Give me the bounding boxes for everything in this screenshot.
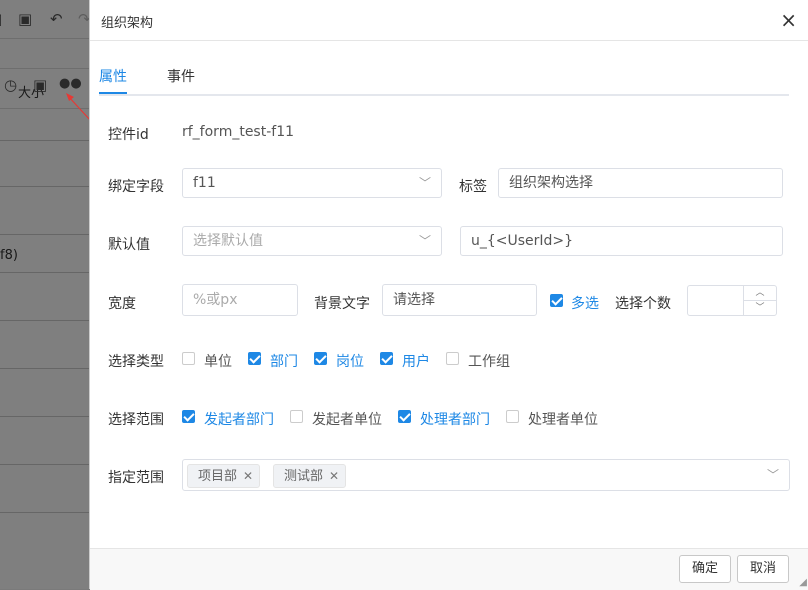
default-value-expression-input[interactable]: u_{<UserId>}: [460, 226, 783, 256]
specified-range-label: 指定范围: [108, 470, 164, 486]
multi-select-checkbox[interactable]: [550, 294, 563, 307]
range-handler-dept-label[interactable]: 处理者部门: [420, 409, 490, 429]
range-initiator-dept-checkbox[interactable]: [182, 410, 195, 423]
chevron-down-icon: ﹀: [418, 176, 431, 190]
type-unit-label[interactable]: 单位: [204, 351, 232, 371]
range-tag-label: 项目部: [198, 469, 238, 484]
range-tag-label: 测试部: [284, 469, 324, 484]
type-unit-checkbox[interactable]: [182, 352, 195, 365]
type-user-label[interactable]: 用户: [402, 351, 430, 371]
tag-label: 标签: [459, 179, 487, 195]
dialog-header: 组织架构 ×: [90, 0, 808, 41]
width-input[interactable]: %或px: [182, 284, 298, 316]
type-user-checkbox[interactable]: [380, 352, 393, 365]
multi-select-label[interactable]: 多选: [571, 293, 599, 313]
default-value-placeholder: 选择默认值: [193, 233, 263, 249]
type-workgroup-label[interactable]: 工作组: [468, 351, 510, 371]
dialog-title: 组织架构: [101, 16, 154, 31]
range-initiator-dept-label[interactable]: 发起者部门: [204, 409, 274, 429]
type-position-label[interactable]: 岗位: [336, 351, 364, 371]
close-icon[interactable]: ×: [780, 8, 797, 32]
bg-text-input[interactable]: 请选择: [382, 284, 537, 316]
range-handler-unit-label[interactable]: 处理者单位: [528, 409, 598, 429]
decrement-icon[interactable]: ﹀: [744, 301, 776, 315]
default-value-select[interactable]: 选择默认值 ﹀: [182, 226, 442, 256]
close-icon[interactable]: ✕: [329, 469, 339, 483]
select-range-label: 选择范围: [108, 412, 164, 428]
width-label: 宽度: [108, 296, 136, 312]
specified-range-select[interactable]: 项目部 ✕ 测试部 ✕ ﹀: [182, 459, 790, 491]
stepper-buttons: ︿ ﹀: [743, 286, 776, 315]
type-department-label[interactable]: 部门: [270, 351, 298, 371]
type-workgroup-checkbox[interactable]: [446, 352, 459, 365]
cancel-button[interactable]: 取消: [737, 555, 789, 583]
bind-field-value: f11: [193, 175, 216, 191]
range-tag: 测试部 ✕: [273, 464, 347, 488]
type-position-checkbox[interactable]: [314, 352, 327, 365]
select-count-label: 选择个数: [615, 296, 671, 312]
default-value-label: 默认值: [108, 237, 150, 253]
select-type-label: 选择类型: [108, 354, 164, 370]
dialog-footer: 确定 取消 ◢: [90, 548, 808, 590]
range-handler-dept-checkbox[interactable]: [398, 410, 411, 423]
range-initiator-unit-checkbox[interactable]: [290, 410, 303, 423]
control-id-label: 控件id: [108, 127, 149, 143]
active-tab-indicator: [99, 92, 127, 94]
control-id-value: rf_form_test-f11: [182, 124, 295, 140]
dialog-tabs: 属性 事件: [99, 58, 789, 96]
chevron-down-icon: ﹀: [418, 234, 431, 248]
org-structure-dialog: 组织架构 × 属性 事件 控件id rf_form_test-f11 绑定字段 …: [89, 0, 808, 590]
range-tag: 项目部 ✕: [187, 464, 261, 488]
tab-events[interactable]: 事件: [167, 66, 195, 86]
tab-properties[interactable]: 属性: [99, 66, 127, 86]
bind-field-select[interactable]: f11 ﹀: [182, 168, 442, 198]
bg-text-label: 背景文字: [314, 296, 370, 312]
chevron-down-icon: ﹀: [766, 468, 779, 482]
close-icon[interactable]: ✕: [243, 469, 253, 483]
type-department-checkbox[interactable]: [248, 352, 261, 365]
resize-handle-icon[interactable]: ◢: [799, 577, 807, 588]
ok-button[interactable]: 确定: [679, 555, 731, 583]
increment-icon[interactable]: ︿: [744, 286, 776, 301]
range-handler-unit-checkbox[interactable]: [506, 410, 519, 423]
range-initiator-unit-label[interactable]: 发起者单位: [312, 409, 382, 429]
bind-field-label: 绑定字段: [108, 179, 164, 195]
tag-input[interactable]: 组织架构选择: [498, 168, 783, 198]
select-count-stepper[interactable]: ︿ ﹀: [687, 285, 777, 316]
